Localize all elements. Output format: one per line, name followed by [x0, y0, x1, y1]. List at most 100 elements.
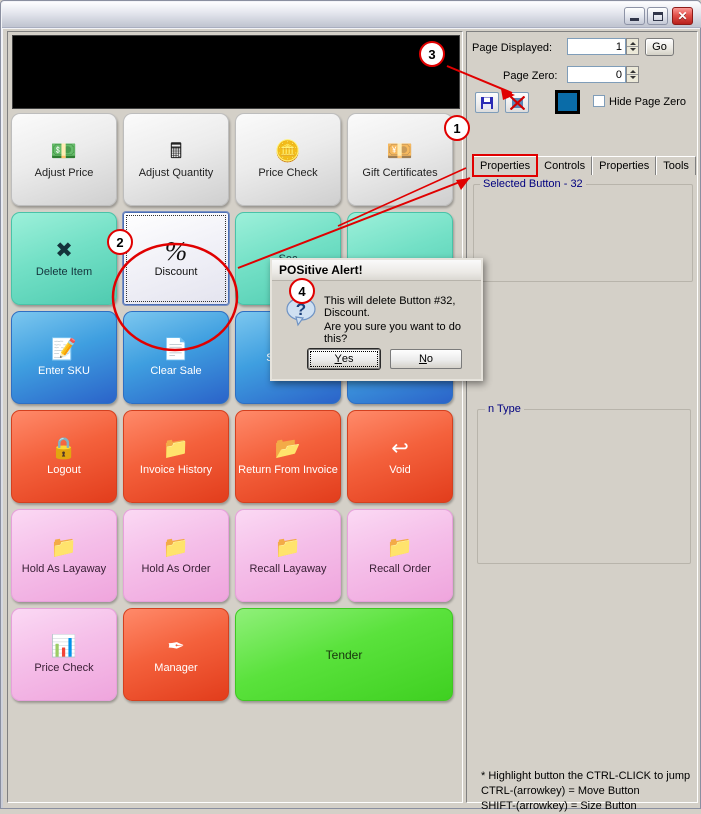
pos-button-label: Delete Item [35, 265, 93, 278]
properties-pane: Page Displayed: 1 Go Page Zero: 0 Hide P… [466, 31, 698, 803]
pos-button-label: Gift Certificates [362, 166, 438, 179]
pos-button-discount[interactable]: % Discount [123, 212, 229, 305]
yes-label-rest: es [341, 353, 354, 365]
pos-button-label: Adjust Quantity [138, 166, 214, 179]
pos-button-label: Manager [154, 661, 198, 674]
maximize-button[interactable] [647, 7, 668, 25]
delete-page-icon[interactable] [505, 92, 529, 113]
pos-button-icon: 📊 [50, 634, 78, 658]
positive-alert-dialog: POSitive Alert! ? This will delete Butto… [270, 258, 483, 381]
tab-highlight-box [472, 154, 539, 177]
pos-button-label: Discount [154, 265, 198, 278]
maximize-icon [648, 8, 667, 24]
pos-button-tender[interactable]: Tender [235, 608, 453, 701]
button-layout-pane: 💵 Adjust Price 🖩 Adjust Quantity 🪙 Price Chec… [7, 31, 463, 803]
tab-label: Properties [599, 160, 650, 172]
tab-tools[interactable]: Tools [656, 156, 696, 175]
pos-button-icon: 🔒 [50, 436, 78, 460]
footnote-line-3: SHIFT-(arrowkey) = Size Button [481, 800, 637, 812]
footnote-line-1: * Highlight button the CTRL-CLICK to jum… [481, 770, 691, 782]
pos-button-icon: ✒ [167, 634, 185, 658]
pos-button-label: Void [389, 463, 411, 476]
pos-button-label: Invoice History [139, 463, 213, 476]
pos-button-label: Recall Order [369, 562, 431, 575]
application-window: ✕ 💵 Adjust Price 🖩 Adjust Quantity 🪙 Price Ch… [0, 0, 701, 812]
button-type-group [477, 409, 691, 564]
pos-button-icon: ✖ [55, 238, 73, 262]
selected-button-group-title: Selected Button - 32 [480, 178, 586, 190]
pos-button-label: Hold As Layaway [21, 562, 107, 575]
checkbox-box [593, 95, 605, 107]
pos-button-grid: 💵 Adjust Price 🖩 Adjust Quantity 🪙 Price Chec… [11, 113, 461, 799]
pos-button-icon: 🪙 [274, 139, 302, 163]
properties-tab-strip: Properties Controls Properties Tools [472, 154, 696, 177]
dialog-message-line-1: This will delete Button #32, Discount. [324, 295, 456, 319]
tab-properties-2[interactable]: Properties [592, 156, 657, 175]
pos-button-hold-as-layaway[interactable]: 📁 Hold As Layaway [11, 509, 117, 602]
page-color-swatch[interactable] [555, 90, 580, 114]
pos-button-label: Price Check [34, 661, 94, 674]
annotation-marker-1: 1 [444, 115, 470, 141]
pos-button-adjust-price[interactable]: 💵 Adjust Price [11, 113, 117, 206]
pos-button-label: Recall Layaway [249, 562, 327, 575]
pos-button-return-from-invoice[interactable]: 📂 Return From Invoice [235, 410, 341, 503]
tab-label: Controls [544, 160, 586, 172]
pos-button-label: Hold As Order [141, 562, 211, 575]
pos-button-clear-sale[interactable]: 📄 Clear Sale [123, 311, 229, 404]
yes-label-first-letter: Y [334, 353, 342, 365]
dialog-yes-button[interactable]: Yes [308, 349, 380, 369]
pos-button-hold-as-order[interactable]: 📁 Hold As Order [123, 509, 229, 602]
selected-button-group [473, 184, 693, 282]
pos-button-icon: 💵 [50, 139, 78, 163]
dialog-message-line-2: Are you sure you want to do this? [324, 321, 461, 345]
pos-button-logout[interactable]: 🔒 Logout [11, 410, 117, 503]
pos-button-price-check[interactable]: 🪙 Price Check [235, 113, 341, 206]
pos-button-adjust-quantity[interactable]: 🖩 Adjust Quantity [123, 113, 229, 206]
pos-button-label: Clear Sale [150, 364, 202, 377]
pos-button-icon: 📁 [386, 535, 414, 559]
page-zero-label: Page Zero: [503, 70, 558, 82]
no-label-first-letter: N [418, 353, 427, 365]
client-area: 💵 Adjust Price 🖩 Adjust Quantity 🪙 Price Chec… [3, 29, 700, 812]
minimize-button[interactable] [624, 7, 645, 25]
pos-button-gift-certificates[interactable]: 💴 Gift Certificates [347, 113, 453, 206]
tab-label: Tools [663, 160, 689, 172]
pos-button-icon: 📄 [162, 337, 190, 361]
pos-button-icon: 🖩 [169, 139, 183, 163]
no-label-rest: o [426, 353, 434, 365]
go-button[interactable]: Go [645, 38, 674, 56]
tab-properties-1[interactable]: Properties [472, 154, 539, 177]
page-displayed-spinner[interactable] [626, 38, 639, 55]
pos-button-enter-sku[interactable]: 📝 Enter SKU [11, 311, 117, 404]
pos-button-invoice-history[interactable]: 📁 Invoice History [123, 410, 229, 503]
hide-page-zero-checkbox[interactable]: Hide Page Zero [593, 95, 686, 108]
save-icon[interactable] [475, 92, 499, 113]
pos-button-label: Return From Invoice [238, 463, 338, 476]
button-type-group-title: n Type [485, 403, 524, 415]
dialog-no-button[interactable]: No [390, 349, 462, 369]
footnote-help-text: * Highlight button the CTRL-CLICK to jum… [481, 769, 696, 814]
pos-button-price-check[interactable]: 📊 Price Check [11, 608, 117, 701]
pos-button-void[interactable]: ↩ Void [347, 410, 453, 503]
pos-button-recall-order[interactable]: 📁 Recall Order [347, 509, 453, 602]
page-zero-spinner[interactable] [626, 66, 639, 83]
pos-button-icon: 📁 [274, 535, 302, 559]
pos-button-icon: 📂 [274, 436, 302, 460]
annotation-marker-4: 4 [289, 278, 315, 304]
page-zero-input[interactable]: 0 [567, 66, 626, 83]
delete-x-icon [509, 95, 525, 110]
close-button[interactable]: ✕ [672, 7, 693, 25]
pos-button-manager[interactable]: ✒ Manager [123, 608, 229, 701]
tab-controls[interactable]: Controls [537, 156, 593, 175]
floppy-disk-icon [481, 96, 493, 109]
pos-button-icon: ↩ [391, 436, 409, 460]
pos-button-label: Enter SKU [38, 364, 90, 377]
hide-page-zero-label: Hide Page Zero [609, 96, 687, 108]
page-displayed-input[interactable]: 1 [567, 38, 626, 55]
pos-button-delete-item[interactable]: ✖ Delete Item [11, 212, 117, 305]
close-icon: ✕ [677, 9, 688, 23]
pos-button-label: Tender [325, 647, 363, 662]
pos-button-recall-layaway[interactable]: 📁 Recall Layaway [235, 509, 341, 602]
page-displayed-label: Page Displayed: [472, 42, 553, 54]
pos-button-label: Logout [47, 463, 81, 476]
